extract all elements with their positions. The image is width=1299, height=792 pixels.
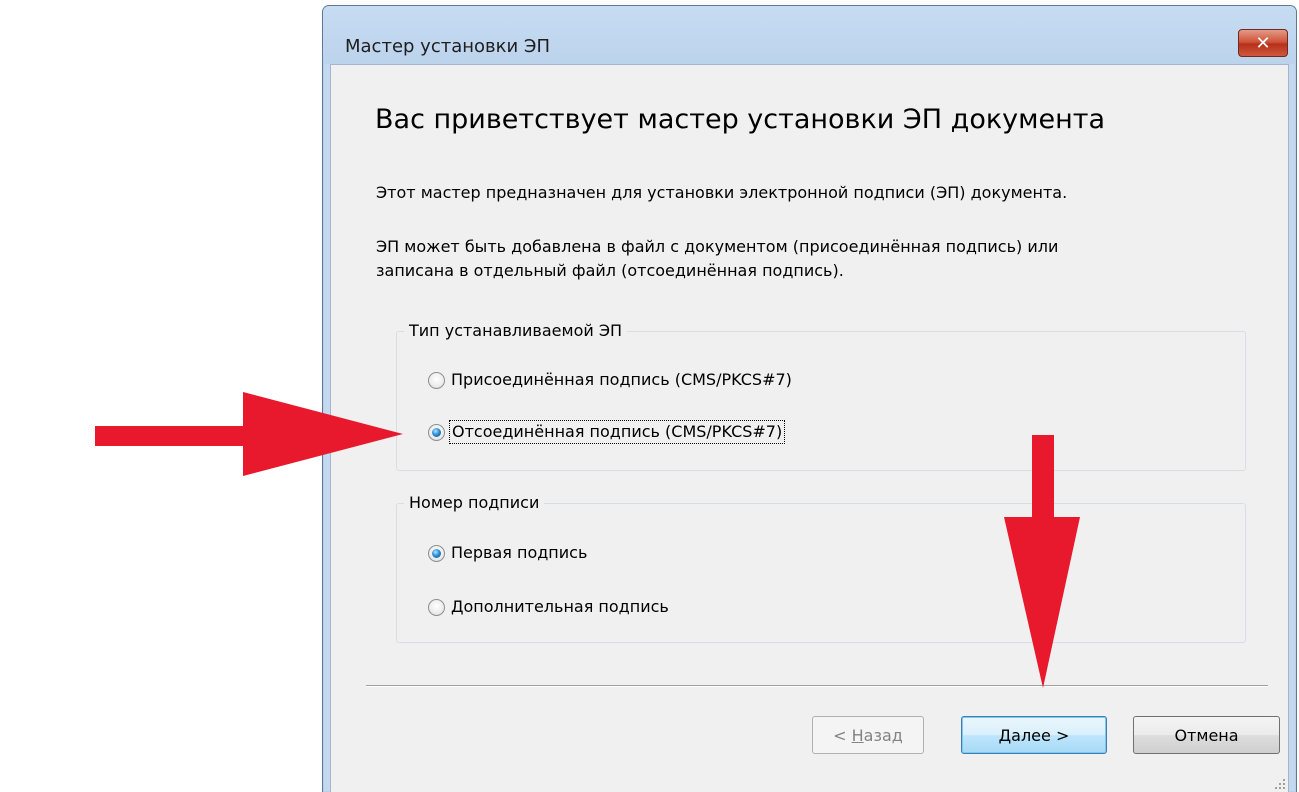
back-button[interactable]: < Назад [812, 716, 924, 754]
radio-detached-signature[interactable]: Отсоединённая подпись (CMS/PKCS#7) [428, 420, 786, 444]
button-separator [366, 685, 1268, 687]
intro-text: Этот мастер предназначен для установки э… [376, 183, 1068, 202]
radio-attached-signature[interactable]: Присоединённая подпись (CMS/PKCS#7) [428, 369, 794, 391]
resize-grip-icon[interactable] [1274, 778, 1286, 790]
description-line-1: ЭП может быть добавлена в файл с докумен… [376, 237, 1059, 256]
close-button[interactable]: ✕ [1238, 29, 1288, 57]
title-bar[interactable]: Мастер установки ЭП ✕ [323, 6, 1296, 64]
dialog-client-area: Вас приветствует мастер установки ЭП док… [330, 64, 1289, 792]
back-prefix: < [833, 725, 852, 745]
signature-type-legend: Тип устанавливаемой ЭП [404, 319, 628, 343]
next-button[interactable]: Далее > [961, 716, 1107, 754]
back-label: азад [863, 725, 903, 745]
radio-checked-icon [428, 423, 445, 441]
page-heading: Вас приветствует мастер установки ЭП док… [375, 104, 1106, 135]
radio-checked-icon [428, 544, 445, 562]
wizard-dialog: Мастер установки ЭП ✕ Вас приветствует м… [322, 5, 1297, 792]
signature-type-group: Тип устанавливаемой ЭП Присоединённая по… [396, 319, 1246, 471]
window-title: Мастер установки ЭП [345, 36, 551, 57]
next-label: алее > [1011, 725, 1070, 745]
radio-attached-label: Присоединённая подпись (CMS/PKCS#7) [451, 370, 792, 389]
signature-number-group: Номер подписи Первая подпись Дополнитель… [396, 491, 1246, 643]
radio-additional-signature[interactable]: Дополнительная подпись [428, 596, 671, 618]
close-icon: ✕ [1255, 32, 1271, 54]
arrow-right-icon [95, 392, 403, 476]
radio-first-signature[interactable]: Первая подпись [428, 542, 589, 564]
radio-additional-label: Дополнительная подпись [451, 597, 669, 616]
radio-unchecked-icon [428, 371, 445, 389]
radio-detached-label: Отсоединённая подпись (CMS/PKCS#7) [449, 420, 786, 444]
arrow-down-icon [1004, 435, 1080, 688]
next-accelerator: Д [998, 725, 1012, 745]
back-accelerator: Н [851, 725, 864, 745]
signature-number-legend: Номер подписи [404, 491, 545, 515]
radio-unchecked-icon [428, 598, 445, 616]
cancel-button[interactable]: Отмена [1133, 716, 1280, 754]
description-line-2: записана в отдельный файл (отсоединённая… [376, 261, 844, 280]
radio-first-label: Первая подпись [451, 543, 588, 562]
